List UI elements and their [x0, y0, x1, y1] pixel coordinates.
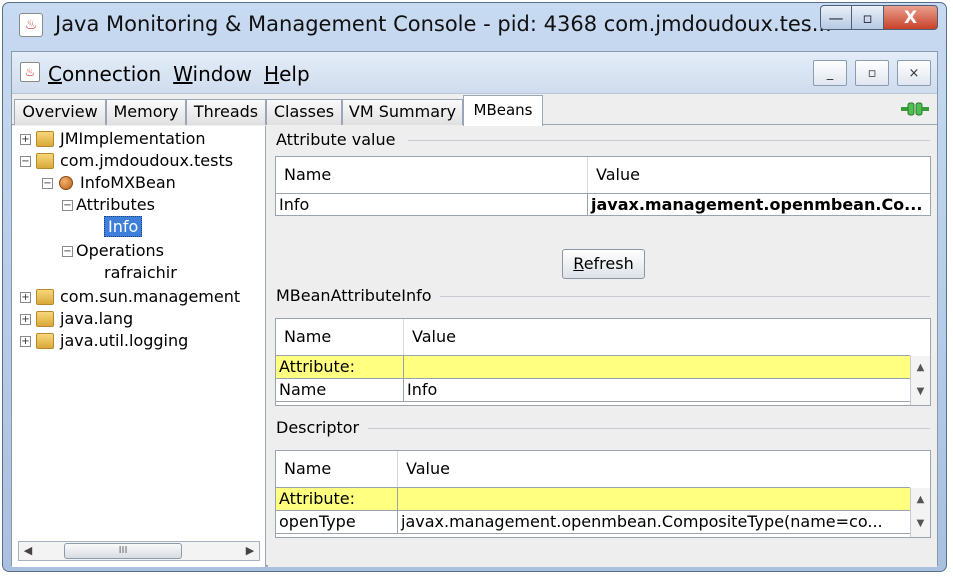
- frame-minimize-button[interactable]: _: [813, 60, 847, 86]
- minimize-button[interactable]: —: [820, 5, 852, 30]
- info-value-cell[interactable]: Info: [404, 379, 910, 401]
- column-header-value[interactable]: Value: [404, 319, 910, 355]
- expand-icon[interactable]: +: [20, 134, 31, 145]
- mbean-icon: [59, 176, 73, 190]
- mbean-attribute-info-title: MBeanAttributeInfo: [276, 286, 432, 305]
- tree-node-rafraichir[interactable]: rafraichir: [104, 262, 177, 284]
- scroll-up-icon[interactable]: ▲: [911, 492, 930, 508]
- folder-icon: [36, 131, 54, 147]
- folder-icon: [36, 333, 54, 349]
- close-button[interactable]: X: [884, 5, 938, 30]
- mbean-tree: + JMImplementation − com.jmdoudoux.tests…: [12, 126, 266, 567]
- refresh-button[interactable]: Refresh: [562, 249, 645, 279]
- app-window: ♨ Java Monitoring & Management Console -…: [2, 2, 947, 572]
- tab-overview[interactable]: Overview: [14, 99, 106, 125]
- expand-icon[interactable]: +: [20, 314, 31, 325]
- attribute-label-cell[interactable]: Attribute:: [276, 356, 404, 378]
- section-divider: [368, 428, 930, 429]
- attribute-value-title: Attribute value: [276, 130, 396, 149]
- window-title: Java Monitoring & Management Console - p…: [55, 12, 832, 36]
- java-frame-icon[interactable]: ♨: [20, 62, 40, 82]
- scroll-left-icon[interactable]: ◀: [19, 542, 37, 560]
- collapse-icon[interactable]: −: [42, 178, 53, 189]
- scroll-up-icon[interactable]: ▲: [911, 360, 930, 376]
- menu-window[interactable]: Window: [169, 60, 256, 88]
- tab-mbeans[interactable]: MBeans: [463, 95, 543, 126]
- scroll-down-icon[interactable]: ▼: [911, 516, 930, 532]
- descriptor-title: Descriptor: [276, 418, 360, 437]
- connection-status-icon: [901, 102, 929, 116]
- column-header-name[interactable]: Name: [276, 451, 398, 487]
- attribute-name-cell[interactable]: Info: [276, 194, 588, 215]
- column-header-name[interactable]: Name: [276, 157, 588, 193]
- attribute-label-value-cell[interactable]: [404, 356, 910, 378]
- tab-threads[interactable]: Threads: [186, 99, 266, 125]
- collapse-icon[interactable]: −: [62, 246, 73, 257]
- attribute-info-vertical-scrollbar[interactable]: ▲ ▼: [910, 356, 930, 405]
- info-name-cell[interactable]: Name: [276, 379, 404, 401]
- section-divider: [440, 296, 930, 297]
- folder-icon: [36, 153, 54, 169]
- attribute-value-table: Name Value Info javax.management.openmbe…: [275, 156, 931, 216]
- tab-memory[interactable]: Memory: [106, 99, 186, 125]
- tab-bar: Overview Memory Threads Classes VM Summa…: [12, 95, 937, 126]
- scroll-down-icon[interactable]: ▼: [911, 384, 930, 400]
- title-bar: ♨ Java Monitoring & Management Console -…: [3, 3, 946, 51]
- folder-icon: [36, 311, 54, 327]
- menu-connection[interactable]: Connection: [44, 60, 165, 88]
- column-header-value[interactable]: Value: [588, 157, 930, 193]
- frame-close-button[interactable]: ×: [897, 60, 931, 86]
- scroll-thumb[interactable]: III: [64, 543, 182, 559]
- opentype-name-cell[interactable]: openType: [276, 511, 398, 533]
- descriptor-attribute-label-cell[interactable]: Attribute:: [276, 488, 398, 510]
- expand-icon[interactable]: +: [20, 336, 31, 347]
- internal-frame-controls: _ ▫ ×: [813, 60, 931, 86]
- expand-icon[interactable]: +: [20, 292, 31, 303]
- descriptor-attribute-value-cell[interactable]: [398, 488, 910, 510]
- frame-restore-button[interactable]: ▫: [855, 60, 889, 86]
- java-app-icon: ♨: [19, 13, 43, 37]
- column-header-value[interactable]: Value: [398, 451, 910, 487]
- attribute-value-cell[interactable]: javax.management.openmbean.Co...: [588, 194, 930, 215]
- column-header-name[interactable]: Name: [276, 319, 404, 355]
- folder-icon: [36, 289, 54, 305]
- collapse-icon[interactable]: −: [62, 200, 73, 211]
- tab-vm-summary[interactable]: VM Summary: [342, 99, 463, 125]
- collapse-icon[interactable]: −: [20, 156, 31, 167]
- mbean-details-pane: Attribute value Name Value Info javax.ma…: [268, 126, 937, 567]
- tree-node-info[interactable]: Info: [104, 216, 143, 238]
- tab-classes[interactable]: Classes: [266, 99, 342, 125]
- section-divider: [408, 140, 930, 141]
- menu-help[interactable]: Help: [260, 60, 314, 88]
- descriptor-table: Name Value Attribute: openType javax.man…: [275, 450, 931, 538]
- maximize-button[interactable]: ▫: [852, 5, 884, 30]
- descriptor-vertical-scrollbar[interactable]: ▲ ▼: [910, 488, 930, 537]
- window-controls: — ▫ X: [820, 5, 938, 31]
- scroll-right-icon[interactable]: ▶: [241, 542, 259, 560]
- internal-frame: ♨ Connection Window Help _ ▫ × Overview …: [11, 51, 938, 567]
- mbean-attribute-info-table: Name Value Attribute: Name Info ▲ ▼: [275, 318, 931, 406]
- menu-bar: ♨ Connection Window Help _ ▫ ×: [12, 52, 937, 94]
- tree-horizontal-scrollbar[interactable]: ◀ III ▶: [18, 541, 260, 561]
- opentype-value-cell[interactable]: javax.management.openmbean.CompositeType…: [398, 511, 910, 533]
